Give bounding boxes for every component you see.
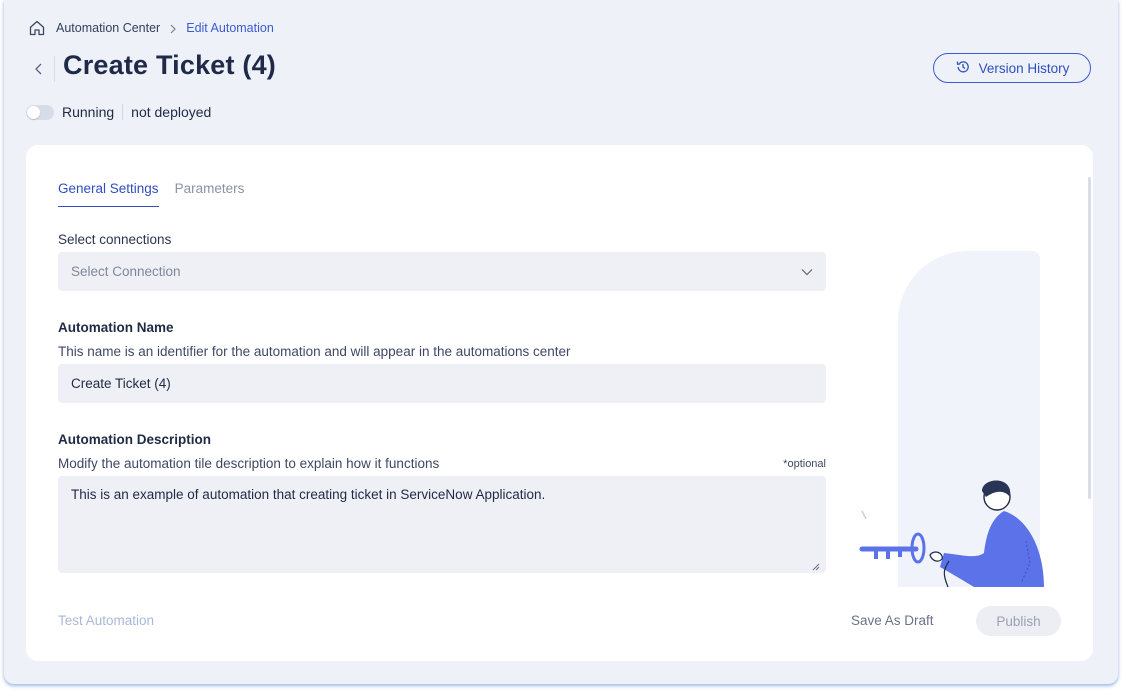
chevron-down-icon — [801, 264, 813, 279]
tab-bar: General Settings Parameters — [58, 181, 244, 207]
deploy-status: not deployed — [131, 104, 212, 120]
tab-parameters[interactable]: Parameters — [175, 181, 245, 207]
automation-name-label: Automation Name — [58, 320, 174, 335]
connections-label: Select connections — [58, 232, 172, 247]
connection-select-value: Select Connection — [71, 264, 181, 279]
scrollbar[interactable] — [1088, 177, 1091, 499]
automation-name-input[interactable]: Create Ticket (4) — [58, 364, 826, 403]
resize-handle-icon[interactable] — [812, 559, 820, 571]
app-window: Automation Center Edit Automation Create… — [4, 0, 1118, 684]
running-toggle[interactable] — [26, 104, 54, 120]
version-history-label: Version History — [978, 60, 1070, 76]
history-icon — [955, 59, 971, 78]
version-history-button[interactable]: Version History — [933, 53, 1091, 83]
breadcrumb-parent-link[interactable]: Automation Center — [56, 21, 160, 35]
save-as-draft-button[interactable]: Save As Draft — [851, 613, 934, 628]
automation-description-label: Automation Description — [58, 432, 212, 447]
automation-name-help: This name is an identifier for the autom… — [58, 344, 571, 359]
automation-description-textarea[interactable]: This is an example of automation that cr… — [58, 476, 826, 573]
connection-select[interactable]: Select Connection — [58, 252, 826, 291]
back-button[interactable] — [28, 58, 50, 80]
status-bar: Running not deployed — [26, 104, 211, 120]
test-automation-button[interactable]: Test Automation — [58, 613, 154, 628]
optional-tag: *optional — [783, 458, 826, 470]
chevron-left-icon — [35, 63, 42, 75]
breadcrumb-current: Edit Automation — [186, 21, 274, 35]
automation-name-value: Create Ticket (4) — [71, 376, 171, 391]
title-divider — [54, 56, 55, 82]
running-label: Running — [62, 104, 115, 120]
home-icon[interactable] — [28, 19, 46, 37]
automation-description-value: This is an example of automation that cr… — [71, 487, 546, 502]
status-divider — [122, 104, 124, 120]
chevron-right-icon — [169, 23, 177, 34]
person-with-key-illustration — [859, 251, 1044, 588]
publish-button[interactable]: Publish — [976, 606, 1061, 636]
tab-general-settings[interactable]: General Settings — [58, 181, 159, 207]
automation-description-help: Modify the automation tile description t… — [58, 456, 440, 471]
settings-card: General Settings Parameters Select conne… — [26, 145, 1093, 661]
page-title: Create Ticket (4) — [63, 50, 276, 80]
breadcrumb: Automation Center Edit Automation — [28, 18, 274, 38]
toggle-knob — [27, 105, 40, 119]
